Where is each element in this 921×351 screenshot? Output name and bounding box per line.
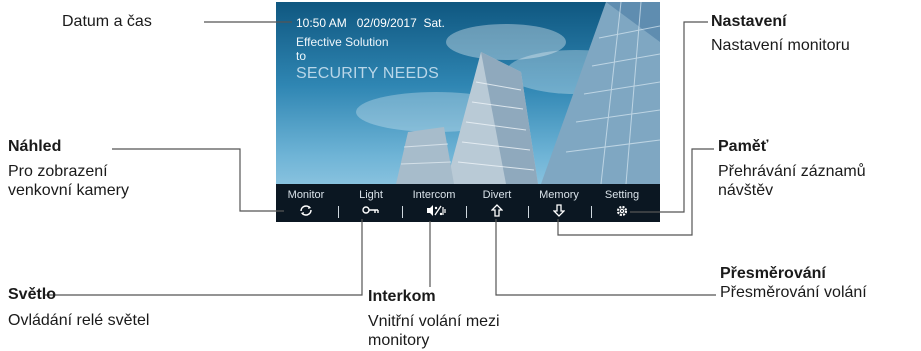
callout-interkom-desc-1: Vnitřní volání mezi [368, 313, 500, 330]
callout-presmerovani-desc: Přesměrování volání [720, 284, 867, 301]
callout-nahled-desc-1: Pro zobrazení [8, 163, 108, 180]
callout-svetlo-desc: Ovládání relé světel [8, 312, 150, 329]
callout-pamet-desc-1: Přehrávání záznamů [718, 163, 866, 180]
leader-svetlo [44, 219, 363, 296]
callout-svetlo-title: Světlo [8, 286, 57, 303]
callout-nastaveni-desc: Nastavení monitoru [711, 37, 850, 54]
leader-nastaveni [630, 21, 708, 213]
callout-pamet-desc-2: návštěv [718, 182, 774, 199]
callout-datum: Datum a čas [62, 13, 152, 30]
leader-presmerovani [495, 219, 716, 296]
callout-nahled-desc-2: venkovní kamery [8, 182, 129, 199]
callout-interkom-title: Interkom [368, 288, 436, 305]
callout-interkom-desc-2: monitory [368, 332, 430, 349]
leader-pamet [557, 148, 714, 236]
callout-nahled-title: Náhled [8, 138, 62, 155]
callout-presmerovani-title: Přesměrování [720, 265, 826, 282]
callout-pamet-title: Paměť [718, 138, 769, 155]
callout-nastaveni-title: Nastavení [711, 13, 787, 30]
leader-nahled [112, 148, 284, 212]
